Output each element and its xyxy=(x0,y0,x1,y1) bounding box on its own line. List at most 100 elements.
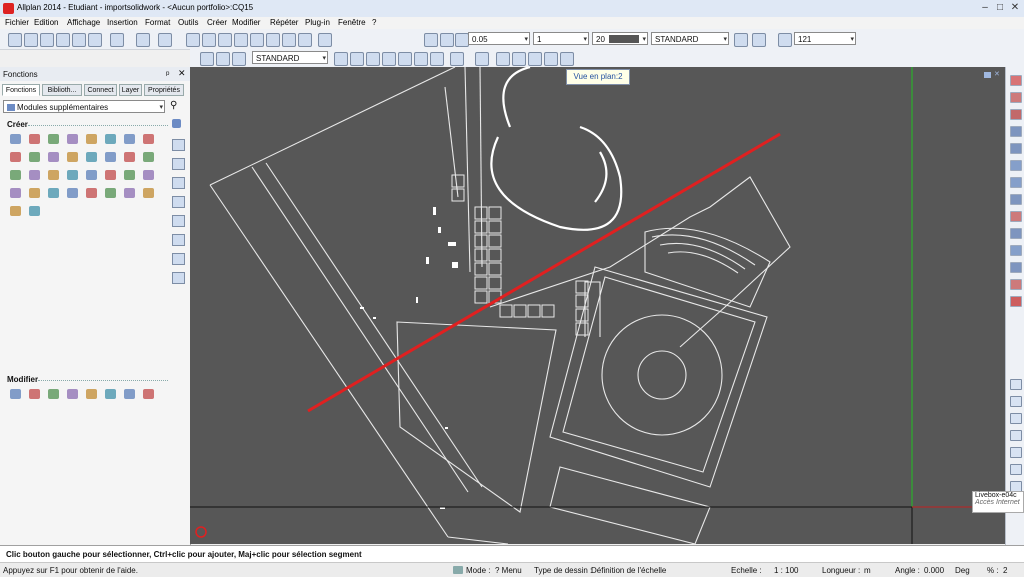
create-tool-icon[interactable] xyxy=(10,134,21,144)
tab-fonctions[interactable]: Fonctions xyxy=(2,84,40,96)
create-tool-icon[interactable] xyxy=(86,170,97,180)
create-tool-icon[interactable] xyxy=(86,152,97,162)
properties-icon[interactable] xyxy=(266,33,280,47)
tab-proprietes[interactable]: Propriétés xyxy=(144,84,184,96)
ortho-icon[interactable] xyxy=(232,52,246,66)
create-tool-icon[interactable] xyxy=(105,152,116,162)
create-tool-icon[interactable] xyxy=(124,188,135,198)
tool-11-icon[interactable] xyxy=(512,52,526,66)
scale-select[interactable]: 121 ▾ xyxy=(794,32,856,45)
create-tool-icon[interactable] xyxy=(105,170,116,180)
search-icon[interactable]: ⚲ xyxy=(170,100,177,111)
create-tool-icon[interactable] xyxy=(48,170,59,180)
create-tool-icon[interactable] xyxy=(124,134,135,144)
right-tool-icon[interactable] xyxy=(1010,379,1022,390)
create-tool-icon[interactable] xyxy=(29,134,40,144)
menu-insertion[interactable]: Insertion xyxy=(107,18,138,27)
create-tool-icon[interactable] xyxy=(67,170,78,180)
panel-side-tool-icon[interactable] xyxy=(172,253,185,265)
percent-value[interactable]: 2 xyxy=(1003,566,1007,575)
create-tool-icon[interactable] xyxy=(105,134,116,144)
create-tool-icon[interactable] xyxy=(67,188,78,198)
create-tool-icon[interactable] xyxy=(10,188,21,198)
create-tool-icon[interactable] xyxy=(10,152,21,162)
length-unit[interactable]: m xyxy=(864,566,871,575)
copy-icon[interactable] xyxy=(218,33,232,47)
angle-value[interactable]: 0.000 xyxy=(924,566,944,575)
panel-side-tool-icon[interactable] xyxy=(172,215,185,227)
object-icon[interactable] xyxy=(282,33,296,47)
panel-side-tool-icon[interactable] xyxy=(172,177,185,189)
drawing-canvas[interactable]: ✕ xyxy=(190,67,1005,544)
create-tool-icon[interactable] xyxy=(86,188,97,198)
module-select[interactable]: Modules supplémentaires ▾ xyxy=(3,100,165,113)
right-tool-icon[interactable] xyxy=(1010,228,1022,239)
create-tool-icon[interactable] xyxy=(143,152,154,162)
undo-icon[interactable] xyxy=(136,33,150,47)
create-tool-icon[interactable] xyxy=(67,152,78,162)
drawing-type-value[interactable]: Définition de l'échelle xyxy=(591,566,666,575)
color-pick-icon[interactable] xyxy=(455,33,469,47)
modify-tool-icon[interactable] xyxy=(48,389,59,399)
tool-7-icon[interactable] xyxy=(430,52,444,66)
menu-affichage[interactable]: Affichage xyxy=(67,18,100,27)
menu-format[interactable]: Format xyxy=(145,18,170,27)
panel-side-tool-icon[interactable] xyxy=(172,158,185,170)
create-tool-icon[interactable] xyxy=(29,206,40,216)
layer-settings-icon[interactable] xyxy=(734,33,748,47)
menu-modifier[interactable]: Modifier xyxy=(232,18,260,27)
menu-help[interactable]: ? xyxy=(372,18,376,27)
right-tool-icon[interactable] xyxy=(1010,396,1022,407)
right-tool-icon[interactable] xyxy=(1010,464,1022,475)
create-tool-icon[interactable] xyxy=(143,134,154,144)
create-tool-icon[interactable] xyxy=(48,152,59,162)
preview-icon[interactable] xyxy=(72,33,86,47)
create-tool-icon[interactable] xyxy=(29,152,40,162)
tool-5-icon[interactable] xyxy=(398,52,412,66)
panel-side-tool-icon[interactable] xyxy=(172,234,185,246)
line-type-select[interactable]: 1 ▾ xyxy=(533,32,589,45)
right-tool-icon[interactable] xyxy=(1010,211,1022,222)
menu-plugin[interactable]: Plug-in xyxy=(305,18,330,27)
right-tool-icon[interactable] xyxy=(1010,447,1022,458)
menu-outils[interactable]: Outils xyxy=(178,18,198,27)
right-tool-icon[interactable] xyxy=(1010,92,1022,103)
pin-icon[interactable]: ᵖ xyxy=(166,69,169,79)
snap-icon[interactable] xyxy=(200,52,214,66)
create-tool-icon[interactable] xyxy=(29,188,40,198)
pen-thickness-select[interactable]: 0.05 ▾ xyxy=(468,32,530,45)
create-tool-icon[interactable] xyxy=(10,170,21,180)
mode-value[interactable]: ? Menu xyxy=(495,566,522,575)
new-file-icon[interactable] xyxy=(8,33,22,47)
right-tool-icon[interactable] xyxy=(1010,279,1022,290)
create-tool-icon[interactable] xyxy=(143,170,154,180)
create-tool-icon[interactable] xyxy=(48,134,59,144)
modify-tool-icon[interactable] xyxy=(105,389,116,399)
panel-side-tool-icon[interactable] xyxy=(172,196,185,208)
plan-drawing[interactable] xyxy=(190,67,1005,544)
create-tool-icon[interactable] xyxy=(48,188,59,198)
tool-6-icon[interactable] xyxy=(414,52,428,66)
redo-icon[interactable] xyxy=(158,33,172,47)
tool-1-icon[interactable] xyxy=(334,52,348,66)
select-icon[interactable] xyxy=(186,33,200,47)
open-icon[interactable] xyxy=(24,33,38,47)
color-select[interactable]: 20 ▾ xyxy=(592,32,648,45)
delete-icon[interactable] xyxy=(202,33,216,47)
create-tool-icon[interactable] xyxy=(67,134,78,144)
save-icon[interactable] xyxy=(40,33,54,47)
right-tool-icon[interactable] xyxy=(1010,194,1022,205)
layer-select[interactable]: STANDARD ▾ xyxy=(651,32,729,45)
tool-12-icon[interactable] xyxy=(528,52,542,66)
create-tool-icon[interactable] xyxy=(10,206,21,216)
menu-repeter[interactable]: Répéter xyxy=(270,18,298,27)
tool-9-icon[interactable] xyxy=(475,52,489,66)
tool-2-icon[interactable] xyxy=(350,52,364,66)
create-tool-icon[interactable] xyxy=(86,134,97,144)
plot-icon[interactable] xyxy=(88,33,102,47)
right-tool-icon[interactable] xyxy=(1010,160,1022,171)
menu-edition[interactable]: Edition xyxy=(34,18,58,27)
panel-side-tool-icon[interactable] xyxy=(172,139,185,151)
menu-fenetre[interactable]: Fenêtre xyxy=(338,18,366,27)
grid-icon[interactable] xyxy=(216,52,230,66)
